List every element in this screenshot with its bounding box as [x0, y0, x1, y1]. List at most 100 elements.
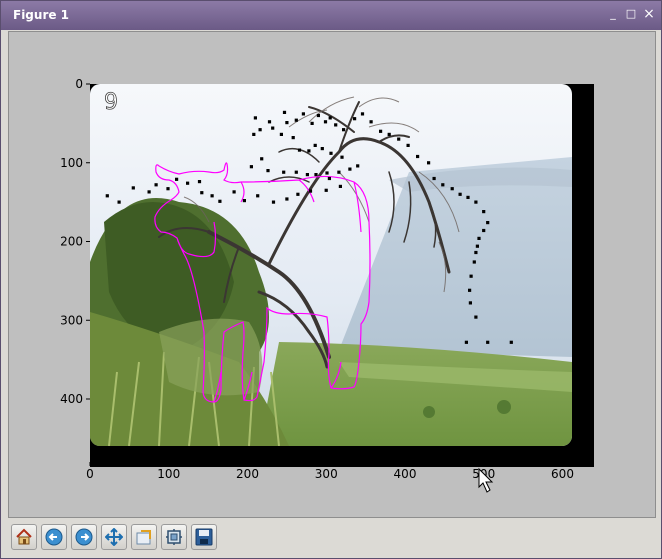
back-button[interactable] — [41, 524, 67, 550]
data-point — [482, 210, 486, 214]
data-point — [131, 186, 135, 190]
data-point — [266, 169, 270, 173]
data-point — [117, 200, 121, 204]
data-point — [369, 120, 373, 124]
data-point — [310, 121, 314, 125]
data-point — [313, 143, 317, 147]
data-point — [468, 288, 472, 292]
home-icon — [16, 528, 32, 545]
floppy-disk-icon — [195, 528, 213, 546]
data-point — [260, 157, 264, 161]
data-point — [232, 190, 236, 194]
configure-subplots-button[interactable] — [161, 524, 187, 550]
data-point — [466, 195, 470, 199]
data-point — [441, 183, 445, 187]
data-point — [353, 117, 357, 121]
data-point — [242, 199, 246, 203]
data-point — [348, 167, 352, 171]
minimize-button[interactable]: _ — [606, 7, 620, 21]
data-point — [416, 154, 420, 159]
data-point — [325, 171, 329, 175]
save-button[interactable] — [191, 524, 217, 550]
data-point — [291, 136, 295, 140]
pan-button[interactable] — [101, 524, 127, 550]
data-point — [258, 128, 262, 132]
data-point — [329, 151, 333, 155]
y-tick-label: 200 — [60, 235, 83, 249]
data-point — [482, 228, 486, 233]
data-point — [320, 147, 324, 151]
data-point — [279, 132, 283, 136]
data-point — [474, 250, 478, 255]
x-tick-label: 600 — [551, 467, 574, 481]
data-point — [356, 164, 360, 168]
zoom-rectangle-icon — [136, 530, 151, 545]
data-point — [379, 129, 383, 133]
data-point — [267, 120, 272, 124]
forward-button[interactable] — [71, 524, 97, 550]
data-point — [327, 176, 331, 181]
data-point — [197, 180, 202, 184]
y-tick-label: 0 — [75, 77, 83, 91]
x-tick-label: 0 — [86, 467, 94, 481]
data-point — [253, 116, 257, 120]
navigation-toolbar — [8, 520, 656, 556]
data-point — [186, 181, 190, 185]
close-button[interactable]: × — [642, 7, 656, 21]
data-point — [337, 170, 341, 174]
data-point — [297, 148, 302, 152]
data-point — [432, 176, 436, 181]
data-point — [285, 121, 289, 125]
data-point — [154, 183, 158, 187]
y-tick-label: 400 — [60, 392, 83, 406]
data-point — [338, 184, 342, 188]
data-point — [296, 192, 300, 196]
data-point — [468, 301, 472, 305]
data-point — [486, 221, 490, 225]
y-tick-label: 300 — [60, 313, 83, 327]
data-point — [474, 200, 478, 204]
data-point — [271, 200, 276, 204]
data-point — [314, 173, 318, 177]
data-point — [256, 194, 260, 198]
arrow-right-icon — [75, 528, 93, 546]
data-point — [323, 120, 328, 124]
subplots-icon — [166, 529, 182, 545]
data-point — [475, 244, 479, 248]
maximize-button[interactable]: □ — [624, 7, 638, 21]
data-point — [218, 199, 222, 203]
y-tick-label: 100 — [60, 156, 83, 170]
data-point — [316, 113, 320, 118]
data-point — [472, 260, 476, 264]
panel-label: 9 — [104, 90, 118, 115]
x-tick-label: 400 — [394, 467, 417, 481]
data-point — [308, 189, 313, 193]
x-tick-label: 100 — [157, 467, 180, 481]
data-point — [486, 340, 490, 344]
plot-svg: 9 01002003004005006000100200300400 — [60, 77, 594, 493]
data-point — [305, 173, 309, 177]
figure-canvas[interactable]: 9 01002003004005006000100200300400 — [8, 31, 656, 518]
data-point — [210, 194, 214, 198]
data-point — [285, 197, 289, 201]
data-point — [387, 132, 391, 136]
data-point — [474, 315, 478, 319]
data-point — [406, 143, 410, 147]
data-point — [307, 149, 311, 153]
home-button[interactable] — [11, 524, 37, 550]
data-point — [328, 116, 332, 120]
background-photo — [90, 84, 572, 446]
data-point — [458, 192, 462, 196]
data-point — [360, 112, 365, 116]
data-point — [166, 187, 170, 191]
data-point — [397, 137, 401, 141]
title-bar[interactable]: Figure 1 _ □ × — [1, 1, 661, 30]
figure-window: Figure 1 _ □ × 9 0 100 200 300 400 600 0… — [0, 0, 662, 559]
data-point — [282, 170, 286, 174]
data-point — [469, 274, 473, 278]
data-point — [282, 110, 287, 114]
data-point — [427, 161, 431, 165]
data-point — [334, 123, 338, 127]
arrow-left-icon — [45, 528, 63, 546]
zoom-rect-button[interactable] — [131, 524, 157, 550]
